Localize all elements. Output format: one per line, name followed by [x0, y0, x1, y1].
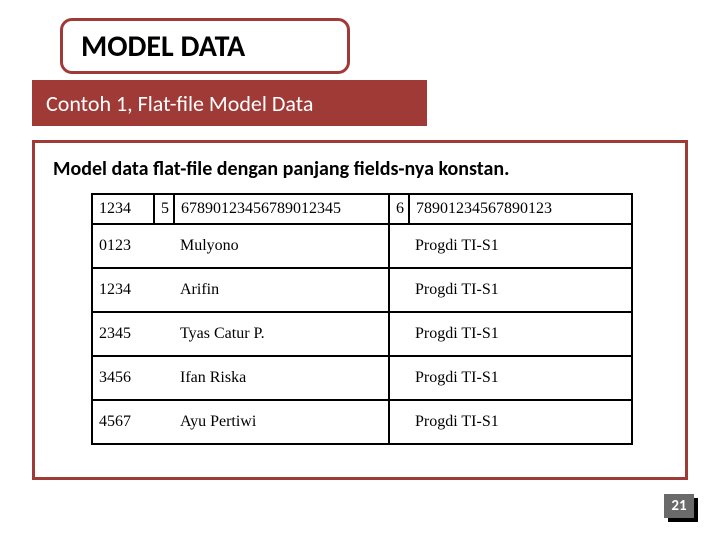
page-number: 21 — [664, 494, 694, 518]
cell-name: Mulyono — [174, 224, 389, 268]
hdr-col2: 5 — [154, 194, 174, 224]
cell-prog: Progdi TI-S1 — [409, 312, 632, 356]
cell-name: Ifan Riska — [174, 356, 389, 400]
cell-name: Tyas Catur P. — [174, 312, 389, 356]
cell-spacer — [154, 312, 174, 356]
hdr-col1: 1234 — [92, 194, 154, 224]
cell-id: 0123 — [92, 224, 154, 268]
caption-text: Model data flat-file dengan panjang fiel… — [53, 157, 667, 181]
flatfile-table: 1234 5 67890123456789012345 6 7890123456… — [91, 193, 633, 445]
cell-prog: Progdi TI-S1 — [409, 268, 632, 312]
hdr-col3: 67890123456789012345 — [174, 194, 389, 224]
cell-prog: Progdi TI-S1 — [409, 356, 632, 400]
table-row: 4567 Ayu Pertiwi Progdi TI-S1 — [92, 400, 632, 444]
hdr-col5: 78901234567890123 — [409, 194, 632, 224]
slide-title: MODEL DATA — [60, 18, 350, 74]
cell-spacer — [389, 400, 409, 444]
cell-id: 3456 — [92, 356, 154, 400]
cell-spacer — [154, 224, 174, 268]
table-row: 3456 Ifan Riska Progdi TI-S1 — [92, 356, 632, 400]
cell-name: Ayu Pertiwi — [174, 400, 389, 444]
cell-spacer — [389, 224, 409, 268]
cell-prog: Progdi TI-S1 — [409, 400, 632, 444]
cell-name: Arifin — [174, 268, 389, 312]
cell-spacer — [389, 312, 409, 356]
table-row: 0123 Mulyono Progdi TI-S1 — [92, 224, 632, 268]
cell-id: 1234 — [92, 268, 154, 312]
hdr-col4: 6 — [389, 194, 409, 224]
cell-spacer — [154, 356, 174, 400]
table-row: 1234 Arifin Progdi TI-S1 — [92, 268, 632, 312]
table-row: 2345 Tyas Catur P. Progdi TI-S1 — [92, 312, 632, 356]
cell-spacer — [389, 356, 409, 400]
table-wrap: 1234 5 67890123456789012345 6 7890123456… — [91, 193, 629, 445]
cell-prog: Progdi TI-S1 — [409, 224, 632, 268]
cell-id: 4567 — [92, 400, 154, 444]
cell-spacer — [154, 268, 174, 312]
cell-spacer — [389, 268, 409, 312]
slide-subtitle: Contoh 1, Flat-file Model Data — [32, 80, 427, 126]
slide: MODEL DATA Contoh 1, Flat-file Model Dat… — [0, 0, 720, 540]
content-box: Model data flat-file dengan panjang fiel… — [32, 140, 688, 480]
table-header-row: 1234 5 67890123456789012345 6 7890123456… — [92, 194, 632, 224]
cell-id: 2345 — [92, 312, 154, 356]
cell-spacer — [154, 400, 174, 444]
